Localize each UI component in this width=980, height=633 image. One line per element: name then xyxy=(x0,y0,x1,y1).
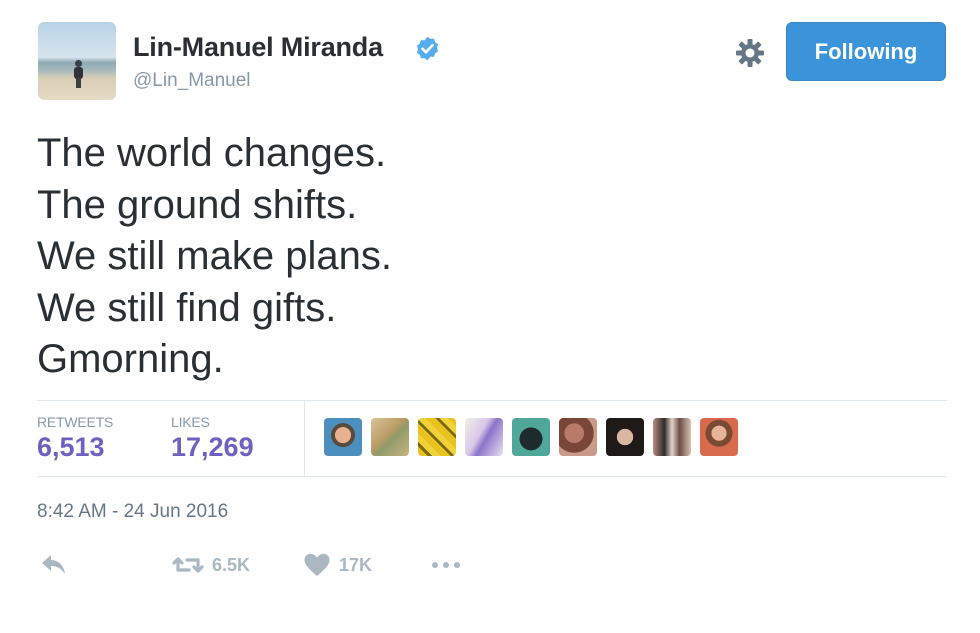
liker-avatar[interactable] xyxy=(700,418,738,456)
liker-avatar[interactable] xyxy=(418,418,456,456)
more-icon xyxy=(432,562,460,568)
gear-icon[interactable] xyxy=(733,36,767,70)
retweet-count: 6.5K xyxy=(212,554,251,575)
liker-avatar[interactable] xyxy=(559,418,597,456)
tweet-timestamp[interactable]: 8:42 AM - 24 Jun 2016 xyxy=(37,501,228,523)
more-button[interactable] xyxy=(430,552,464,578)
author-handle[interactable]: @Lin_Manuel xyxy=(133,70,251,92)
tweet-line: The world changes. xyxy=(37,131,387,175)
tweet-line: We still find gifts. xyxy=(37,285,337,330)
stats-top-divider xyxy=(37,400,947,401)
author-name[interactable]: Lin-Manuel Miranda xyxy=(133,32,383,63)
tweet-text: The world changes. The ground shifts. We… xyxy=(37,128,392,386)
liker-avatar[interactable] xyxy=(371,418,409,456)
avatar-figure xyxy=(74,60,83,88)
like-button[interactable]: 17K xyxy=(303,552,372,578)
liker-avatar[interactable] xyxy=(653,418,691,456)
liker-avatar[interactable] xyxy=(606,418,644,456)
liker-avatar[interactable] xyxy=(324,418,362,456)
reply-icon xyxy=(42,555,65,574)
liker-avatars xyxy=(324,418,738,456)
stats-bottom-divider xyxy=(37,476,947,477)
retweet-button[interactable]: 6.5K xyxy=(172,552,250,578)
heart-icon xyxy=(304,553,330,576)
retweets-count[interactable]: 6,513 xyxy=(37,432,105,463)
verified-badge-icon xyxy=(416,36,439,61)
liker-avatar[interactable] xyxy=(512,418,550,456)
retweet-icon xyxy=(172,557,204,573)
like-count: 17K xyxy=(339,554,373,575)
tweet-line: Gmorning. xyxy=(37,337,224,381)
likes-count[interactable]: 17,269 xyxy=(171,432,254,463)
tweet-line: The ground shifts. xyxy=(37,182,358,227)
likes-label[interactable]: LIKES xyxy=(171,414,210,430)
stats-vertical-divider xyxy=(304,400,305,477)
liker-avatar[interactable] xyxy=(465,418,503,456)
following-button[interactable]: Following xyxy=(786,22,946,81)
retweets-label[interactable]: RETWEETS xyxy=(37,414,113,430)
author-avatar[interactable] xyxy=(38,22,116,100)
tweet-line: We still make plans. xyxy=(37,234,392,278)
reply-button[interactable] xyxy=(40,552,68,578)
